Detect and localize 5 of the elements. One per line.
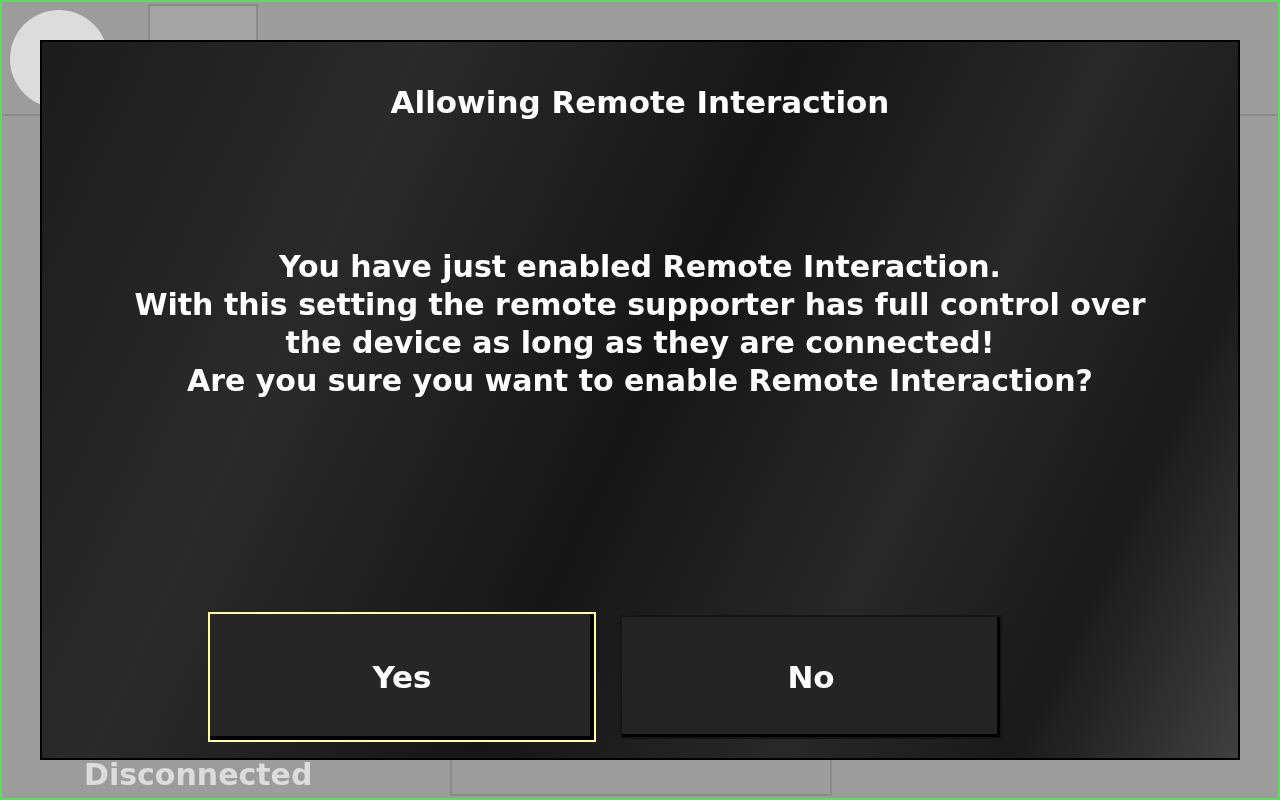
dialog-button[interactable]: No bbox=[620, 615, 1002, 739]
dialog-message: You have just enabled Remote Interaction. With this setting the remote supporter has full control over the device as long as they are connected! Are you sure you want to enable Remote Interaction? bbox=[134, 248, 1146, 400]
dialog-button[interactable]: Yes bbox=[208, 612, 596, 742]
connection-status: Disconnected bbox=[84, 756, 313, 794]
dialog-title: Allowing Remote Interaction bbox=[390, 83, 890, 122]
